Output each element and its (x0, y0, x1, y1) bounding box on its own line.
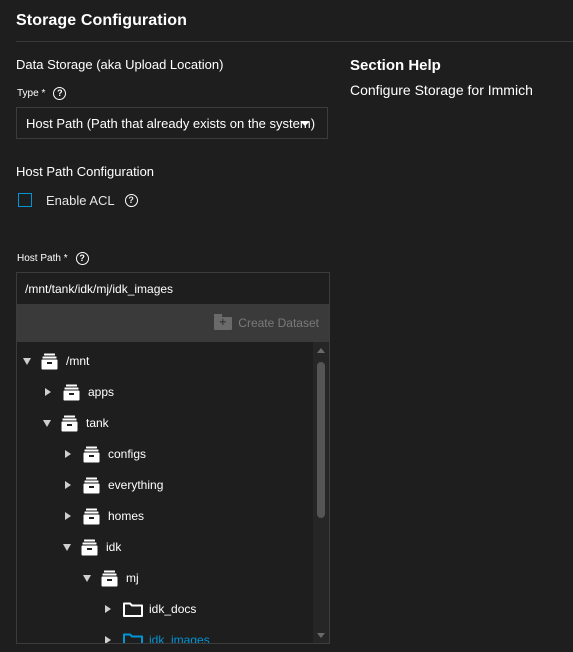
tree-node-label: configs (108, 447, 147, 461)
enable-acl-field: Enable ACL ? (46, 193, 138, 208)
create-dataset-label: Create Dataset (238, 316, 319, 330)
expand-arrow-icon[interactable] (65, 450, 71, 458)
help-icon[interactable]: ? (53, 87, 67, 100)
tree-scrollbar[interactable] (313, 342, 329, 643)
tree-node-label: everything (108, 478, 164, 492)
section-help-title: Section Help (350, 57, 441, 74)
expand-arrow-icon[interactable] (63, 543, 71, 551)
expand-arrow-icon[interactable] (23, 357, 31, 365)
dataset-icon (83, 446, 100, 462)
host-path-label-text: Host Path * (17, 253, 68, 264)
folder-plus-icon (214, 313, 233, 330)
enable-acl-label[interactable]: Enable ACL (46, 193, 115, 208)
tree-node[interactable]: idk (63, 537, 121, 557)
host-path-input[interactable]: /mnt/tank/idk/mj/idk_images (16, 272, 330, 305)
data-storage-section-label: Data Storage (aka Upload Location) (16, 57, 224, 72)
host-path-input-value: /mnt/tank/idk/mj/idk_images (25, 281, 174, 296)
dataset-icon (81, 539, 98, 555)
tree-node-label: mj (126, 571, 139, 585)
type-label-text: Type * (17, 88, 46, 99)
file-explorer: Create Dataset /mnt apps (16, 304, 330, 644)
tree-node[interactable]: idk_images (104, 630, 210, 644)
tree-node[interactable]: everything (64, 475, 163, 495)
expand-arrow-icon[interactable] (105, 636, 111, 643)
host-path-field-label: Host Path * ? (17, 252, 89, 265)
tree-node-label: /mnt (66, 354, 90, 368)
tree-node-label: tank (86, 416, 109, 430)
type-select[interactable]: Host Path (Path that already exists on t… (16, 107, 328, 139)
title-divider (16, 41, 573, 42)
tree-node[interactable]: configs (64, 444, 146, 464)
dataset-icon (61, 415, 78, 431)
tree-node-label: apps (88, 385, 115, 399)
type-select-value: Host Path (Path that already exists on t… (26, 115, 316, 131)
dataset-icon (83, 508, 100, 524)
enable-acl-checkbox[interactable] (18, 193, 32, 207)
dataset-icon (101, 570, 118, 586)
chevron-down-icon (300, 121, 310, 126)
tree-node-label: idk_images (149, 633, 210, 644)
tree-node[interactable]: tank (43, 413, 109, 433)
tree-node[interactable]: mj (83, 568, 139, 588)
dataset-icon (41, 353, 58, 369)
tree-node-label: idk (106, 540, 122, 554)
page-title: Storage Configuration (16, 12, 187, 29)
expand-arrow-icon[interactable] (43, 419, 51, 427)
scroll-up-arrow-icon[interactable] (317, 348, 325, 353)
folder-icon (123, 633, 143, 643)
help-icon[interactable]: ? (75, 252, 89, 265)
expand-arrow-icon[interactable] (65, 512, 71, 520)
type-field-label: Type * ? (17, 87, 67, 100)
dataset-icon (83, 477, 100, 493)
tree-node-label: idk_docs (149, 602, 197, 616)
expand-arrow-icon[interactable] (65, 481, 71, 489)
section-help-text: Configure Storage for Immich (350, 82, 533, 98)
tree-node[interactable]: homes (64, 506, 144, 526)
host-path-config-section-label: Host Path Configuration (16, 164, 155, 179)
folder-icon (123, 602, 143, 617)
scrollbar-thumb[interactable] (317, 362, 325, 518)
tree-node-label: homes (108, 509, 145, 523)
explorer-toolbar: Create Dataset (17, 304, 329, 342)
dataset-icon (63, 384, 80, 400)
expand-arrow-icon[interactable] (105, 605, 111, 613)
scroll-down-arrow-icon[interactable] (317, 633, 325, 638)
expand-arrow-icon[interactable] (45, 388, 51, 396)
help-icon[interactable]: ? (124, 194, 138, 207)
tree-node[interactable]: idk_docs (104, 599, 196, 619)
create-dataset-button[interactable]: Create Dataset (214, 313, 319, 330)
tree-node[interactable]: apps (44, 382, 114, 402)
tree-node[interactable]: /mnt (23, 351, 89, 371)
expand-arrow-icon[interactable] (83, 574, 91, 582)
